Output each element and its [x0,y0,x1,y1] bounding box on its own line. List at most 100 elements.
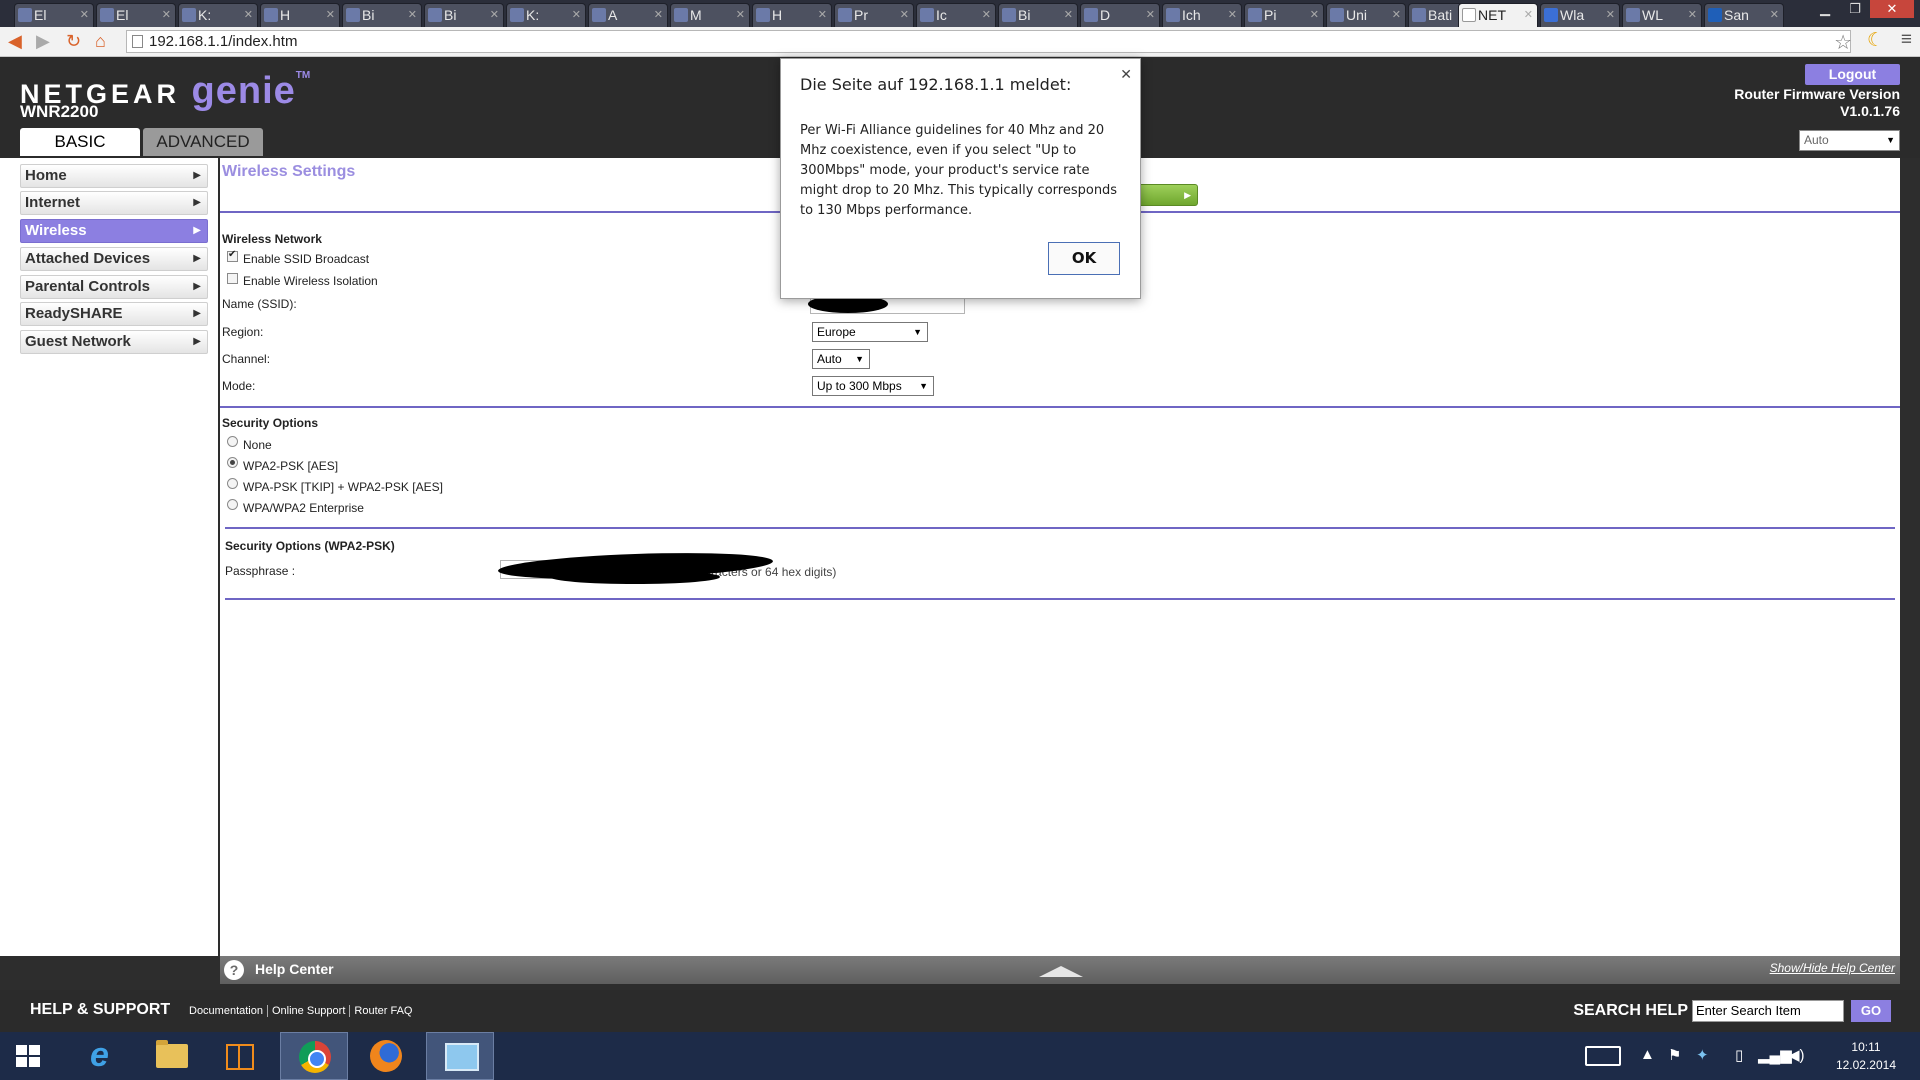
tab-close-icon[interactable]: ✕ [1146,4,1155,26]
taskbar-control-panel[interactable] [426,1032,494,1080]
browser-tab[interactable]: K: ✕ [506,3,586,27]
browser-tab[interactable]: San ✕ [1704,3,1784,27]
security-option-wpa2-radio[interactable] [227,457,238,468]
taskbar-firefox[interactable] [352,1032,420,1080]
browser-tab[interactable]: Ic ✕ [916,3,996,27]
battery-icon[interactable]: ▯ [1735,1046,1743,1064]
close-icon[interactable]: ✕ [1120,67,1132,83]
expand-up-icon[interactable] [1039,966,1083,977]
show-hidden-icons-icon[interactable]: ▲ [1640,1046,1655,1063]
channel-select[interactable]: Auto ▼ [812,349,870,369]
reload-icon[interactable]: ↻ [66,31,81,51]
tab-close-icon[interactable]: ✕ [1524,4,1533,26]
security-option-none-radio[interactable] [227,436,238,447]
tab-close-icon[interactable]: ✕ [982,4,991,26]
tab-close-icon[interactable]: ✕ [818,4,827,26]
tab-basic[interactable]: BASIC [20,128,140,156]
tab-close-icon[interactable]: ✕ [408,4,417,26]
search-go-button[interactable]: GO [1851,1000,1891,1022]
help-center-bar[interactable]: ? Help Center Show/Hide Help Center [220,956,1900,984]
back-arrow-icon[interactable]: ◀ [8,31,22,51]
browser-tab[interactable]: Uni ✕ [1326,3,1406,27]
taskbar-chrome[interactable] [280,1032,348,1080]
taskbar-app-tiles[interactable] [204,1032,272,1080]
forward-arrow-icon[interactable]: ▶ [36,31,50,51]
search-help-input[interactable]: Enter Search Item [1692,1000,1844,1022]
browser-tab[interactable]: D ✕ [1080,3,1160,27]
mode-select[interactable]: Up to 300 Mbps ▼ [812,376,934,396]
sidebar-item-readyshare[interactable]: ReadySHARE ▶ [20,302,208,326]
documentation-link[interactable]: Documentation [185,1005,268,1017]
taskbar-internet-explorer[interactable]: e [68,1032,136,1080]
ssid-label: Name (SSID): [222,297,297,311]
router-faq-link[interactable]: Router FAQ [350,1005,416,1017]
sidebar-item-guest-network[interactable]: Guest Network ▶ [20,330,208,354]
tab-close-icon[interactable]: ✕ [244,4,253,26]
url-input[interactable]: 192.168.1.1/index.htm [126,30,1851,53]
taskbar-file-explorer[interactable] [136,1032,204,1080]
tab-close-icon[interactable]: ✕ [1688,4,1697,26]
security-option-wpa-mixed-radio[interactable] [227,478,238,489]
browser-tab[interactable]: M ✕ [670,3,750,27]
signal-icon[interactable]: ▂▄▆ [1758,1046,1792,1064]
language-select[interactable]: Auto ▼ [1799,130,1900,151]
logout-button[interactable]: Logout [1805,64,1900,85]
start-button[interactable] [0,1032,68,1080]
tab-close-icon[interactable]: ✕ [1392,4,1401,26]
minimize-icon[interactable]: ▁ [1810,0,1840,18]
taskbar-clock[interactable]: 10:11 12.02.2014 [1836,1038,1896,1074]
sidebar-item-home[interactable]: Home ▶ [20,164,208,188]
tab-close-icon[interactable]: ✕ [162,4,171,26]
tab-close-icon[interactable]: ✕ [326,4,335,26]
volume-icon[interactable]: ◀) [1788,1046,1805,1064]
tab-close-icon[interactable]: ✕ [80,4,89,26]
keyboard-icon[interactable] [1585,1046,1621,1066]
browser-tab[interactable]: El ✕ [14,3,94,27]
sidebar-item-wireless[interactable]: Wireless ▶ [20,219,208,243]
enable-ssid-checkbox[interactable] [227,249,238,262]
tab-close-icon[interactable]: ✕ [1228,4,1237,26]
browser-tab[interactable]: Wla ✕ [1540,3,1620,27]
tab-close-icon[interactable]: ✕ [490,4,499,26]
tab-close-icon[interactable]: ✕ [654,4,663,26]
tab-advanced[interactable]: ADVANCED [143,128,263,156]
browser-tab[interactable]: K: ✕ [178,3,258,27]
browser-tab[interactable]: Bi ✕ [342,3,422,27]
browser-tab[interactable]: Bi ✕ [998,3,1078,27]
browser-tab[interactable]: Pi ✕ [1244,3,1324,27]
bookmark-star-icon[interactable]: ☆ [1834,30,1852,55]
region-select[interactable]: Europe ▼ [812,322,928,342]
browser-tab[interactable]: H ✕ [260,3,340,27]
security-option-enterprise-radio[interactable] [227,499,238,510]
tab-close-icon[interactable]: ✕ [900,4,909,26]
enable-isolation-checkbox[interactable] [227,273,238,284]
menu-icon[interactable]: ≡ [1901,29,1912,51]
online-support-link[interactable]: Online Support [268,1005,351,1017]
browser-tab[interactable]: El ✕ [96,3,176,27]
window-close-icon[interactable]: ✕ [1870,0,1914,18]
tab-close-icon[interactable]: ✕ [1606,4,1615,26]
restore-icon[interactable]: ❐ [1840,0,1870,18]
tab-close-icon[interactable]: ✕ [1310,4,1319,26]
browser-tab[interactable]: A ✕ [588,3,668,27]
sidebar-item-attached-devices[interactable]: Attached Devices ▶ [20,247,208,271]
home-icon[interactable]: ⌂ [95,31,106,51]
show-hide-help-link[interactable]: Show/Hide Help Center [1770,961,1895,975]
browser-tab[interactable]: Pr ✕ [834,3,914,27]
flag-icon[interactable]: ⚑ [1668,1046,1681,1064]
page-icon [132,35,143,48]
moon-extension-icon[interactable]: ☾ [1867,29,1884,52]
dropbox-icon[interactable]: ✦ [1696,1046,1709,1064]
browser-tab[interactable]: H ✕ [752,3,832,27]
browser-tab[interactable]: WL ✕ [1622,3,1702,27]
tab-close-icon[interactable]: ✕ [1064,4,1073,26]
sidebar-item-internet[interactable]: Internet ▶ [20,191,208,215]
browser-tab[interactable]: Bi ✕ [424,3,504,27]
sidebar-item-parental-controls[interactable]: Parental Controls ▶ [20,275,208,299]
tab-close-icon[interactable]: ✕ [572,4,581,26]
tab-close-icon[interactable]: ✕ [1770,4,1779,26]
ok-button[interactable]: OK [1048,242,1120,275]
browser-tab-active[interactable]: NET ✕ [1458,3,1538,27]
browser-tab[interactable]: Ich ✕ [1162,3,1242,27]
tab-close-icon[interactable]: ✕ [736,4,745,26]
